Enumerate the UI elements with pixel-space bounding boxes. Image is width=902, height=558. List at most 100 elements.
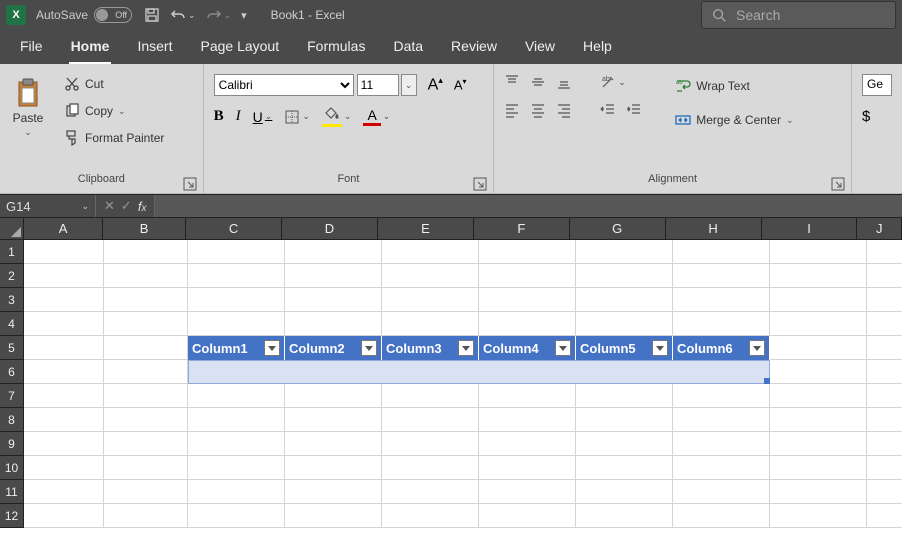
decrease-font-icon[interactable]: A▾ [454,77,467,92]
cell[interactable] [479,264,576,288]
cell[interactable] [382,432,479,456]
row-header-11[interactable]: 11 [0,480,24,504]
cell[interactable] [673,264,770,288]
column-header-I[interactable]: I [762,218,858,240]
name-box[interactable]: G14 ⌄ [0,195,96,217]
row-header-12[interactable]: 12 [0,504,24,528]
cell[interactable] [188,456,285,480]
cell[interactable] [673,408,770,432]
cell[interactable] [770,360,867,384]
row-header-9[interactable]: 9 [0,432,24,456]
select-all-corner[interactable] [0,218,24,240]
merge-center-button[interactable]: Merge & Center ⌄ [671,108,797,132]
cell[interactable] [770,456,867,480]
cell[interactable] [382,384,479,408]
filter-dropdown-icon[interactable] [555,340,571,356]
orientation-button[interactable]: ab⌄ [600,74,626,90]
font-color-button[interactable]: A⌄ [363,107,390,126]
cell[interactable] [104,264,188,288]
row-header-7[interactable]: 7 [0,384,24,408]
table-header[interactable]: Column5 [576,336,673,360]
row-header-10[interactable]: 10 [0,456,24,480]
align-top-icon[interactable] [504,74,520,90]
chevron-down-icon[interactable]: ⌄ [401,74,417,96]
cell[interactable] [188,288,285,312]
cell[interactable] [188,264,285,288]
cell[interactable] [576,384,673,408]
cell[interactable] [867,240,902,264]
column-header-C[interactable]: C [186,218,282,240]
cell[interactable] [104,504,188,528]
cell[interactable] [479,504,576,528]
cell[interactable] [576,240,673,264]
cell[interactable] [188,240,285,264]
cell[interactable] [479,288,576,312]
cancel-formula-icon[interactable]: ✕ [104,198,115,214]
filter-dropdown-icon[interactable] [749,340,765,356]
formula-input[interactable] [155,195,902,217]
cell[interactable] [24,480,104,504]
cell[interactable] [285,504,382,528]
cell[interactable] [285,408,382,432]
align-right-icon[interactable] [556,102,572,118]
cell[interactable] [867,432,902,456]
cell[interactable] [104,432,188,456]
cell[interactable] [479,456,576,480]
save-icon[interactable] [144,7,160,23]
tab-insert[interactable]: Insert [135,30,174,64]
cell[interactable] [24,384,104,408]
dialog-launcher-icon[interactable] [183,177,197,191]
filter-dropdown-icon[interactable] [264,340,280,356]
cell[interactable] [867,312,902,336]
cell[interactable] [104,384,188,408]
cell[interactable] [24,504,104,528]
wrap-text-button[interactable]: ab Wrap Text [671,74,797,98]
cell[interactable] [576,264,673,288]
cell[interactable] [576,408,673,432]
bold-button[interactable]: B [214,108,224,125]
row-header-3[interactable]: 3 [0,288,24,312]
cell[interactable] [479,384,576,408]
decrease-indent-icon[interactable] [600,102,616,118]
cell[interactable] [673,312,770,336]
row-header-6[interactable]: 6 [0,360,24,384]
font-size-input[interactable] [357,74,399,96]
cell[interactable] [479,408,576,432]
cell[interactable] [673,504,770,528]
cell[interactable] [867,504,902,528]
cell[interactable] [770,336,867,360]
cell[interactable] [770,432,867,456]
table-header[interactable]: Column3 [382,336,479,360]
cell[interactable] [104,336,188,360]
cell[interactable] [770,384,867,408]
cell[interactable] [867,456,902,480]
cell[interactable] [285,456,382,480]
cell[interactable] [867,384,902,408]
number-format-select[interactable]: Ge [862,74,892,96]
cell[interactable] [770,312,867,336]
cell[interactable] [770,408,867,432]
table-row[interactable] [188,360,770,384]
tab-help[interactable]: Help [581,30,614,64]
italic-button[interactable]: I [236,108,241,125]
cell[interactable] [188,480,285,504]
row-header-1[interactable]: 1 [0,240,24,264]
currency-icon[interactable]: $ [862,108,870,125]
enter-formula-icon[interactable]: ✓ [121,198,132,214]
cell[interactable] [24,456,104,480]
cell[interactable] [382,480,479,504]
cell[interactable] [382,264,479,288]
cell[interactable] [285,432,382,456]
cell[interactable] [285,312,382,336]
cell[interactable] [104,408,188,432]
cell[interactable] [24,288,104,312]
cell[interactable] [104,312,188,336]
cell[interactable] [104,480,188,504]
underline-button[interactable]: U⌄ [253,109,273,125]
cell[interactable] [576,312,673,336]
cell[interactable] [188,384,285,408]
row-header-2[interactable]: 2 [0,264,24,288]
align-left-icon[interactable] [504,102,520,118]
cell[interactable] [104,456,188,480]
column-header-E[interactable]: E [378,218,474,240]
